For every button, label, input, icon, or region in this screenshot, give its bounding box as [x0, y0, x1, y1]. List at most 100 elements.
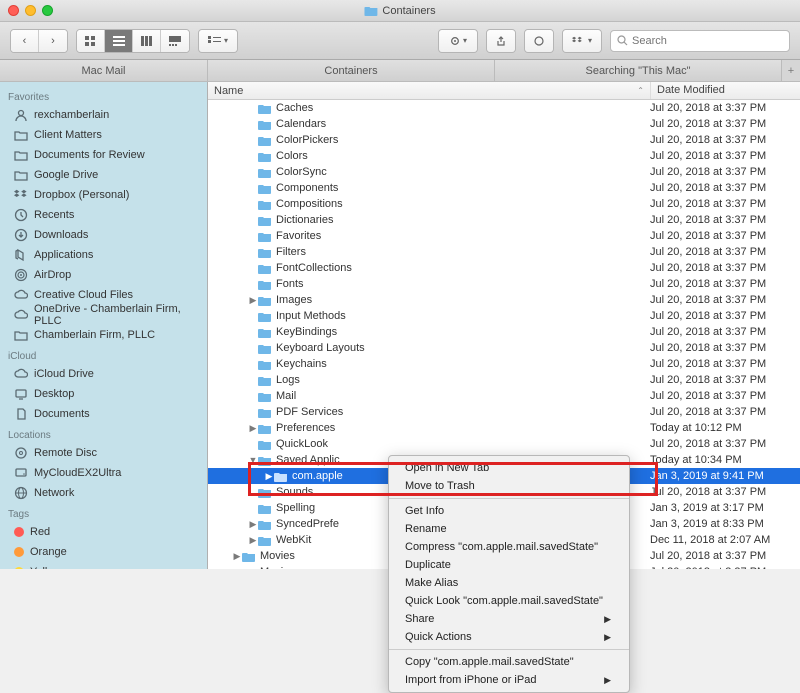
file-row[interactable]: LogsJul 20, 2018 at 3:37 PM	[208, 372, 800, 388]
forward-button[interactable]: ›	[39, 30, 67, 52]
menu-item[interactable]: Rename	[389, 520, 629, 538]
close-button[interactable]	[8, 5, 19, 16]
file-row[interactable]: CalendarsJul 20, 2018 at 3:37 PM	[208, 116, 800, 132]
gallery-view-button[interactable]	[161, 30, 189, 52]
file-name: Keychains	[276, 358, 650, 370]
file-row[interactable]: KeyBindingsJul 20, 2018 at 3:37 PM	[208, 324, 800, 340]
list-view-button[interactable]	[105, 30, 133, 52]
file-row[interactable]: ▶ImagesJul 20, 2018 at 3:37 PM	[208, 292, 800, 308]
sidebar-item[interactable]: Remote Disc	[0, 443, 207, 463]
tab-containers[interactable]: Containers	[208, 60, 495, 81]
file-row[interactable]: FavoritesJul 20, 2018 at 3:37 PM	[208, 228, 800, 244]
sidebar-item-label: iCloud Drive	[34, 368, 94, 380]
menu-item[interactable]: Compress "com.apple.mail.savedState"	[389, 538, 629, 556]
menu-item[interactable]: Open in New Tab	[389, 459, 629, 477]
menu-item[interactable]: Duplicate	[389, 556, 629, 574]
minimize-button[interactable]	[25, 5, 36, 16]
disclosure-triangle[interactable]: ▶	[248, 535, 258, 546]
sidebar-item[interactable]: iCloud Drive	[0, 364, 207, 384]
file-row[interactable]: ColorsJul 20, 2018 at 3:37 PM	[208, 148, 800, 164]
file-name: Filters	[276, 246, 650, 258]
sidebar-item[interactable]: Network	[0, 483, 207, 503]
file-row[interactable]: CachesJul 20, 2018 at 3:37 PM	[208, 100, 800, 116]
icon-view-button[interactable]	[77, 30, 105, 52]
file-row[interactable]: Keyboard LayoutsJul 20, 2018 at 3:37 PM	[208, 340, 800, 356]
sidebar-item-label: Dropbox (Personal)	[34, 189, 129, 201]
dropbox-button[interactable]: ▾	[563, 30, 601, 52]
sidebar-item-label: Google Drive	[34, 169, 98, 181]
folder-icon	[258, 167, 272, 178]
column-name[interactable]: Name⌃	[208, 82, 650, 99]
tab-mac-mail[interactable]: Mac Mail	[0, 60, 208, 81]
sidebar-item[interactable]: Google Drive	[0, 165, 207, 185]
file-row[interactable]: PDF ServicesJul 20, 2018 at 3:37 PM	[208, 404, 800, 420]
search-input[interactable]	[632, 35, 783, 47]
file-row[interactable]: ColorSyncJul 20, 2018 at 3:37 PM	[208, 164, 800, 180]
sidebar-item[interactable]: Creative Cloud Files	[0, 285, 207, 305]
sidebar-item[interactable]: rexchamberlain	[0, 105, 207, 125]
menu-item[interactable]: Share▶	[389, 610, 629, 628]
sidebar-item[interactable]: Client Matters	[0, 125, 207, 145]
file-row[interactable]: FontCollectionsJul 20, 2018 at 3:37 PM	[208, 260, 800, 276]
menu-item[interactable]: Copy "com.apple.mail.savedState"	[389, 653, 629, 671]
disclosure-triangle[interactable]: ▼	[248, 455, 258, 465]
file-row[interactable]: QuickLookJul 20, 2018 at 3:37 PM	[208, 436, 800, 452]
menu-item[interactable]: Import from iPhone or iPad▶	[389, 671, 629, 689]
tags-button[interactable]	[525, 30, 553, 52]
file-row[interactable]: DictionariesJul 20, 2018 at 3:37 PM	[208, 212, 800, 228]
sidebar-item[interactable]: OneDrive - Chamberlain Firm, PLLC	[0, 305, 207, 325]
file-row[interactable]: ▶PreferencesToday at 10:12 PM	[208, 420, 800, 436]
sidebar-item[interactable]: Recents	[0, 205, 207, 225]
file-name: ColorPickers	[276, 134, 650, 146]
search-field[interactable]	[610, 30, 790, 52]
file-row[interactable]: MailJul 20, 2018 at 3:37 PM	[208, 388, 800, 404]
folder-icon	[258, 487, 272, 498]
file-name: Colors	[276, 150, 650, 162]
maximize-button[interactable]	[42, 5, 53, 16]
file-row[interactable]: ComponentsJul 20, 2018 at 3:37 PM	[208, 180, 800, 196]
sidebar-item[interactable]: Desktop	[0, 384, 207, 404]
sidebar-item[interactable]: Red	[0, 522, 207, 542]
share-button[interactable]	[487, 30, 515, 52]
column-view-button[interactable]	[133, 30, 161, 52]
disclosure-triangle[interactable]: ▶	[248, 295, 258, 306]
file-row[interactable]: CompositionsJul 20, 2018 at 3:37 PM	[208, 196, 800, 212]
disclosure-triangle[interactable]: ▶	[248, 519, 258, 530]
file-date: Jul 20, 2018 at 3:37 PM	[650, 150, 800, 162]
sidebar-item-label: Documents for Review	[34, 149, 145, 161]
disclosure-triangle[interactable]: ▶	[264, 471, 274, 482]
back-button[interactable]: ‹	[11, 30, 39, 52]
disc-icon	[14, 446, 28, 460]
disclosure-triangle[interactable]: ▶	[232, 551, 242, 562]
menu-item[interactable]: Move to Trash	[389, 477, 629, 495]
sidebar-item[interactable]: Applications	[0, 245, 207, 265]
submenu-arrow-icon: ▶	[604, 675, 611, 686]
sidebar-item[interactable]: Dropbox (Personal)	[0, 185, 207, 205]
new-tab-button[interactable]: +	[782, 60, 800, 81]
column-date[interactable]: Date Modified	[650, 82, 800, 99]
sidebar-item-label: Red	[30, 526, 50, 538]
menu-item[interactable]: Quick Look "com.apple.mail.savedState"	[389, 592, 629, 610]
sidebar-item[interactable]: Documents for Review	[0, 145, 207, 165]
file-row[interactable]: ColorPickersJul 20, 2018 at 3:37 PM	[208, 132, 800, 148]
action-button[interactable]: ▾	[439, 30, 477, 52]
tab-search[interactable]: Searching "This Mac"	[495, 60, 782, 81]
sidebar-item[interactable]: MyCloudEX2Ultra	[0, 463, 207, 483]
folder-icon	[258, 247, 272, 258]
menu-item[interactable]: Get Info	[389, 502, 629, 520]
file-row[interactable]: Input MethodsJul 20, 2018 at 3:37 PM	[208, 308, 800, 324]
menu-item[interactable]: Make Alias	[389, 574, 629, 592]
menu-item[interactable]: Quick Actions▶	[389, 628, 629, 646]
arrange-button[interactable]: ▾	[199, 30, 237, 52]
file-row[interactable]: FiltersJul 20, 2018 at 3:37 PM	[208, 244, 800, 260]
sidebar-item[interactable]: Downloads	[0, 225, 207, 245]
download-icon	[14, 228, 28, 242]
sidebar-item[interactable]: Orange	[0, 542, 207, 562]
sidebar-item[interactable]: Documents	[0, 404, 207, 424]
disclosure-triangle[interactable]: ▶	[248, 423, 258, 434]
sidebar-item[interactable]: AirDrop	[0, 265, 207, 285]
sidebar-item[interactable]: Chamberlain Firm, PLLC	[0, 325, 207, 345]
sidebar-item[interactable]: Yellow	[0, 562, 207, 569]
file-row[interactable]: KeychainsJul 20, 2018 at 3:37 PM	[208, 356, 800, 372]
file-row[interactable]: FontsJul 20, 2018 at 3:37 PM	[208, 276, 800, 292]
